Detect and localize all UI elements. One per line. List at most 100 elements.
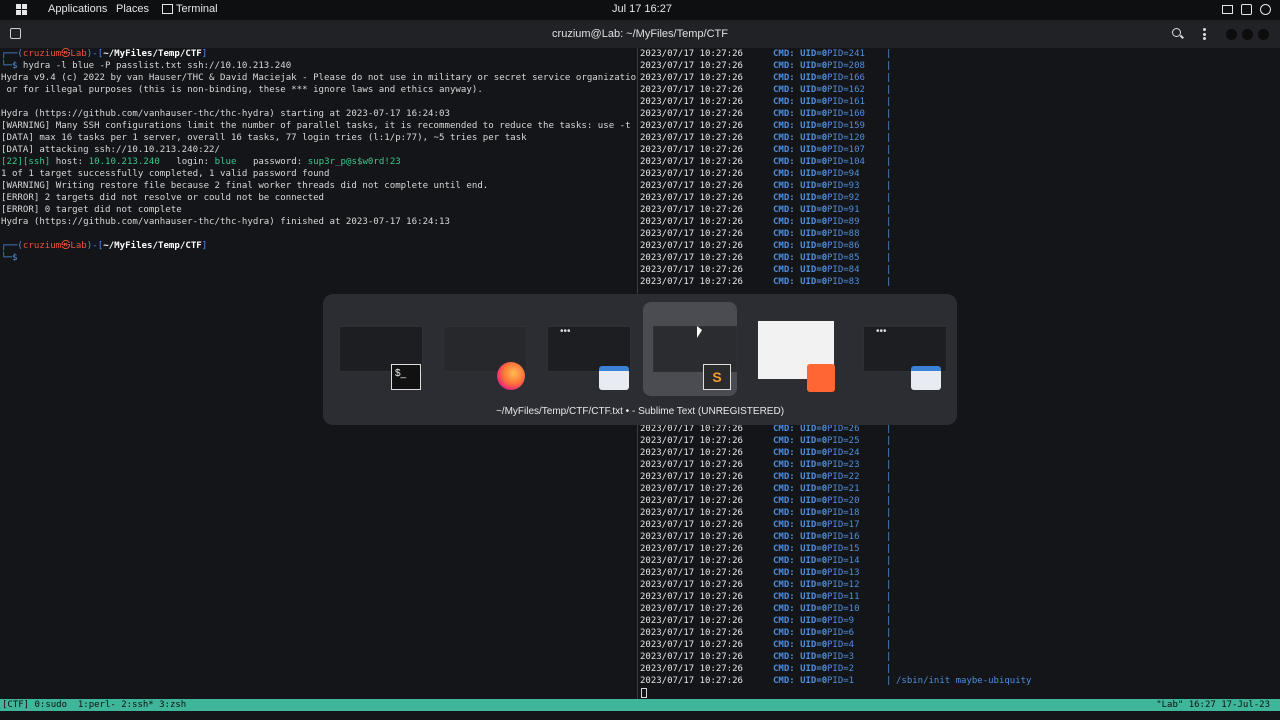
output-line: [WARNING] Many SSH configurations limit … bbox=[1, 121, 636, 131]
process-separator: | bbox=[886, 448, 892, 458]
switcher-item-burp[interactable] bbox=[749, 302, 843, 396]
switcher-item-files-2[interactable]: ••• bbox=[853, 302, 947, 396]
process-separator: | bbox=[886, 121, 892, 131]
process-separator: | bbox=[886, 205, 892, 215]
process-cmd: CMD: UID=0 bbox=[773, 73, 828, 83]
output-line: Hydra (https://github.com/vanhauser-thc/… bbox=[1, 217, 450, 227]
process-timestamp: 2023/07/17 10:27:26 bbox=[640, 628, 743, 638]
process-cmd: CMD: UID=0 bbox=[773, 145, 828, 155]
process-cmd: CMD: UID=0 bbox=[773, 544, 828, 554]
process-pid: PID=161 bbox=[827, 97, 865, 107]
process-pid: PID=13 bbox=[827, 568, 860, 578]
process-separator: | bbox=[886, 277, 892, 287]
process-pid: PID=85 bbox=[827, 253, 860, 263]
found-credential-line: [22][ssh] host: 10.10.213.240 login: blu… bbox=[1, 157, 401, 167]
process-cmd: CMD: UID=0 bbox=[773, 277, 828, 287]
tmux-status-right: "Lab" 16:27 17-Jul-23 bbox=[1156, 700, 1270, 710]
process-timestamp: 2023/07/17 10:27:26 bbox=[640, 448, 743, 458]
clock[interactable]: Jul 17 16:27 bbox=[612, 3, 672, 15]
process-cmd: CMD: UID=0 bbox=[773, 664, 828, 674]
process-separator: | bbox=[886, 580, 892, 590]
process-cmd: CMD: UID=0 bbox=[773, 592, 828, 602]
process-pid: PID=4 bbox=[827, 640, 855, 650]
power-icon[interactable] bbox=[1260, 4, 1271, 15]
minimize-button[interactable] bbox=[1226, 29, 1237, 40]
process-cmd: CMD: UID=0 bbox=[773, 85, 828, 95]
process-cmd: CMD: UID=0 bbox=[773, 580, 828, 590]
window-titlebar: cruzium@Lab: ~/MyFiles/Temp/CTF bbox=[0, 20, 1280, 48]
process-separator: | bbox=[886, 532, 892, 542]
process-pid: PID=86 bbox=[827, 241, 860, 251]
switcher-item-firefox[interactable] bbox=[433, 302, 527, 396]
process-separator: | bbox=[886, 49, 892, 59]
process-pid: PID=25 bbox=[827, 436, 860, 446]
process-separator: | bbox=[886, 616, 892, 626]
folder-icon bbox=[911, 366, 941, 390]
process-timestamp: 2023/07/17 10:27:26 bbox=[640, 616, 743, 626]
output-line: 1 of 1 target successfully completed, 1 … bbox=[1, 169, 330, 179]
folder-icon bbox=[599, 366, 629, 390]
process-pid: PID=91 bbox=[827, 205, 860, 215]
process-timestamp: 2023/07/17 10:27:26 bbox=[640, 580, 743, 590]
apps-grid-icon[interactable] bbox=[16, 4, 27, 15]
process-separator: | bbox=[886, 145, 892, 155]
process-separator: | bbox=[886, 265, 892, 275]
switcher-item-terminal[interactable]: $_ bbox=[329, 302, 423, 396]
tmux-window-list[interactable]: [CTF] 0:sudo 1:perl- 2:ssh* 3:zsh bbox=[2, 699, 186, 711]
process-separator: | bbox=[886, 568, 892, 578]
process-pid: PID=2 bbox=[827, 664, 855, 674]
process-separator: | bbox=[886, 556, 892, 566]
process-timestamp: 2023/07/17 10:27:26 bbox=[640, 520, 743, 530]
process-cmd: CMD: UID=0 bbox=[773, 496, 828, 506]
maximize-button[interactable] bbox=[1242, 29, 1253, 40]
process-cmd: CMD: UID=0 bbox=[773, 436, 828, 446]
switcher-item-sublime[interactable]: S bbox=[643, 302, 737, 396]
process-separator: | bbox=[886, 229, 892, 239]
process-cmd: CMD: UID=0 bbox=[773, 253, 828, 263]
process-row: 2023/07/17 10:27:26 CMD: UID=0 PID=161 | bbox=[638, 96, 1280, 108]
process-pid: PID=88 bbox=[827, 229, 860, 239]
process-command: /sbin/init maybe-ubiquity bbox=[896, 676, 1032, 686]
process-cmd: CMD: UID=0 bbox=[773, 241, 828, 251]
search-icon[interactable] bbox=[1172, 28, 1181, 37]
process-row: 2023/07/17 10:27:26 CMD: UID=0 PID=104 | bbox=[638, 156, 1280, 168]
process-cmd: CMD: UID=0 bbox=[773, 217, 828, 227]
process-timestamp: 2023/07/17 10:27:26 bbox=[640, 217, 743, 227]
kebab-menu-icon[interactable] bbox=[1203, 28, 1206, 40]
terminal-cursor bbox=[641, 688, 647, 698]
process-timestamp: 2023/07/17 10:27:26 bbox=[640, 544, 743, 554]
switcher-selected-label: ~/MyFiles/Temp/CTF/CTF.txt • - Sublime T… bbox=[495, 406, 785, 417]
volume-icon[interactable] bbox=[1241, 4, 1252, 15]
process-row: 2023/07/17 10:27:26 CMD: UID=0 PID=162 | bbox=[638, 84, 1280, 96]
process-row: 2023/07/17 10:27:26 CMD: UID=0 PID=89 | bbox=[638, 216, 1280, 228]
process-timestamp: 2023/07/17 10:27:26 bbox=[640, 277, 743, 287]
process-row: 2023/07/17 10:27:26 CMD: UID=0 PID=120 | bbox=[638, 132, 1280, 144]
process-separator: | bbox=[886, 496, 892, 506]
applications-menu[interactable]: Applications bbox=[48, 3, 107, 15]
process-timestamp: 2023/07/17 10:27:26 bbox=[640, 229, 743, 239]
screen-icon[interactable] bbox=[1222, 5, 1233, 14]
command-line: └─$ bbox=[1, 253, 23, 263]
process-pid: PID=24 bbox=[827, 448, 860, 458]
process-timestamp: 2023/07/17 10:27:26 bbox=[640, 604, 743, 614]
switcher-item-files-1[interactable]: ••• bbox=[537, 302, 631, 396]
process-cmd: CMD: UID=0 bbox=[773, 181, 828, 191]
process-cmd: CMD: UID=0 bbox=[773, 121, 828, 131]
process-timestamp: 2023/07/17 10:27:26 bbox=[640, 205, 743, 215]
process-cmd: CMD: UID=0 bbox=[773, 640, 828, 650]
process-separator: | bbox=[886, 97, 892, 107]
top-panel: Applications Places Terminal Jul 17 16:2… bbox=[0, 0, 1280, 20]
terminal-menu[interactable]: Terminal bbox=[176, 3, 218, 15]
process-row: 2023/07/17 10:27:26 CMD: UID=0 PID=107 | bbox=[638, 144, 1280, 156]
process-separator: | bbox=[886, 544, 892, 554]
process-pid: PID=3 bbox=[827, 652, 855, 662]
process-separator: | bbox=[886, 133, 892, 143]
process-pid: PID=20 bbox=[827, 496, 860, 506]
places-menu[interactable]: Places bbox=[116, 3, 149, 15]
process-row: 2023/07/17 10:27:26 CMD: UID=0 PID=208 | bbox=[638, 60, 1280, 72]
close-button[interactable] bbox=[1258, 29, 1269, 40]
process-cmd: CMD: UID=0 bbox=[773, 109, 828, 119]
process-separator: | bbox=[886, 217, 892, 227]
process-pid: PID=104 bbox=[827, 157, 865, 167]
process-cmd: CMD: UID=0 bbox=[773, 676, 828, 686]
